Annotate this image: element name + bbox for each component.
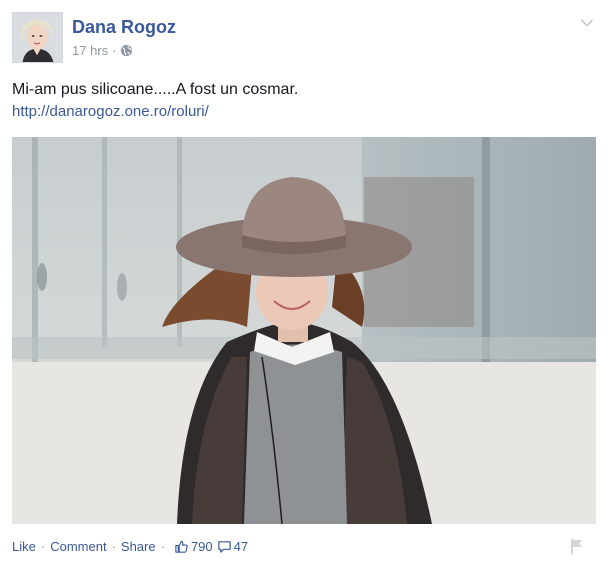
like-count-value: 790 xyxy=(190,539,213,554)
meta-separator: · xyxy=(112,43,117,58)
post-photo[interactable] xyxy=(12,137,596,524)
facebook-post: Dana Rogoz 17 hrs · Mi-am pus silicoane.… xyxy=(0,0,610,568)
flag-icon[interactable] xyxy=(568,537,586,555)
share-link[interactable]: Share xyxy=(121,539,156,554)
like-count[interactable]: 790 xyxy=(174,539,213,554)
avatar[interactable] xyxy=(12,12,63,63)
globe-icon[interactable] xyxy=(120,44,133,57)
photo-image xyxy=(12,137,596,524)
action-separator: · xyxy=(40,539,46,554)
timestamp[interactable]: 17 hrs xyxy=(72,43,108,58)
author-name[interactable]: Dana Rogoz xyxy=(72,17,176,38)
post-link[interactable]: http://danarogoz.one.ro/roluri/ xyxy=(12,101,298,123)
post-message: Mi-am pus silicoane.....A fost un cosmar… xyxy=(12,79,298,123)
post-actions: Like · Comment · Share · 790 47 xyxy=(12,539,248,554)
avatar-image xyxy=(13,13,62,62)
post-meta: 17 hrs · xyxy=(72,43,133,58)
chevron-down-icon[interactable] xyxy=(578,14,596,32)
comment-icon xyxy=(217,541,231,553)
action-separator: · xyxy=(111,539,116,554)
like-link[interactable]: Like xyxy=(12,539,36,554)
comment-count-value: 47 xyxy=(233,539,249,554)
action-separator: · xyxy=(160,539,165,554)
thumbs-up-icon xyxy=(175,540,188,553)
comment-count[interactable]: 47 xyxy=(217,539,248,554)
comment-link[interactable]: Comment xyxy=(50,539,106,554)
post-text: Mi-am pus silicoane.....A fost un cosmar… xyxy=(12,81,299,98)
